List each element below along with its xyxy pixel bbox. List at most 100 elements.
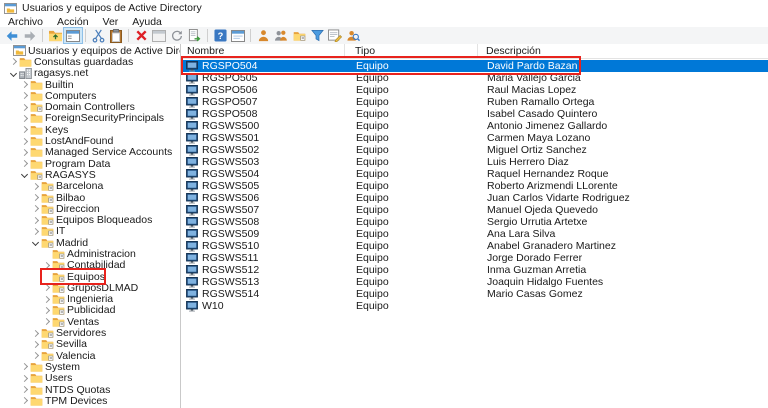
tree-item-valencia[interactable]: Valencia xyxy=(0,350,180,361)
menu-accion[interactable]: Acción xyxy=(50,16,96,28)
chevron-right-icon[interactable] xyxy=(43,307,50,314)
menu-ayuda[interactable]: Ayuda xyxy=(125,16,169,28)
table-row[interactable]: RGSWS501EquipoCarmen Maya Lozano xyxy=(183,132,768,144)
cut-button[interactable] xyxy=(89,28,107,43)
tree-item-barcelona[interactable]: Barcelona xyxy=(0,181,180,192)
tree-item-keys[interactable]: Keys xyxy=(0,124,180,135)
chevron-right-icon[interactable] xyxy=(43,284,50,291)
tree-item-publicidad[interactable]: Publicidad xyxy=(0,305,180,316)
chevron-right-icon[interactable] xyxy=(32,341,39,348)
table-row[interactable]: RGSWS512EquipoInma Guzman Arretia xyxy=(183,264,768,276)
chevron-right-icon[interactable] xyxy=(21,104,28,111)
tree-item-administracion[interactable]: Administracion xyxy=(0,248,180,259)
chevron-right-icon[interactable] xyxy=(32,217,39,224)
tree-item-ragasys-net[interactable]: ragasys.net xyxy=(0,68,180,79)
tree-item-foreignsecurityprincipals[interactable]: ForeignSecurityPrincipals xyxy=(0,113,180,124)
table-row[interactable]: RGSPO505EquipoMaria Vallejo Garcia xyxy=(183,72,768,84)
filter-button[interactable] xyxy=(308,28,326,43)
tree-item-sevilla[interactable]: Sevilla xyxy=(0,339,180,350)
table-row[interactable]: RGSWS510EquipoAnabel Granadero Martinez xyxy=(183,240,768,252)
paste-button[interactable] xyxy=(107,28,125,43)
tree-item-equipos[interactable]: Equipos xyxy=(0,271,180,282)
table-row[interactable]: RGSWS503EquipoLuis Herrero Diaz xyxy=(183,156,768,168)
chevron-right-icon[interactable] xyxy=(32,183,39,190)
tree-item-servidores[interactable]: Servidores xyxy=(0,327,180,338)
console-window-button[interactable] xyxy=(229,28,247,43)
new-ou-button[interactable] xyxy=(290,28,308,43)
new-group-button[interactable] xyxy=(272,28,290,43)
export-list-button[interactable] xyxy=(186,28,204,43)
chevron-right-icon[interactable] xyxy=(21,81,28,88)
tree-item-bilbao[interactable]: Bilbao xyxy=(0,192,180,203)
menu-ver[interactable]: Ver xyxy=(96,16,126,28)
column-header-descripcion[interactable]: Descripción xyxy=(478,44,768,58)
chevron-right-icon[interactable] xyxy=(32,352,39,359)
table-row[interactable]: RGSWS509EquipoAna Lara Silva xyxy=(183,228,768,240)
tree-item-ntds-quotas[interactable]: NTDS Quotas xyxy=(0,384,180,395)
tree-item-usuarios-y-equipos-de-active-directory-dc01rg[interactable]: Usuarios y equipos de Active Directory [… xyxy=(0,45,180,56)
chevron-right-icon[interactable] xyxy=(21,149,28,156)
chevron-down-icon[interactable] xyxy=(21,171,28,178)
tree-item-contabilidad[interactable]: Contabilidad xyxy=(0,260,180,271)
chevron-right-icon[interactable] xyxy=(21,160,28,167)
table-row[interactable]: RGSWS513EquipoJoaquin Hidalgo Fuentes xyxy=(183,276,768,288)
chevron-right-icon[interactable] xyxy=(21,115,28,122)
back-button[interactable] xyxy=(3,28,21,43)
tree-item-ventas[interactable]: Ventas xyxy=(0,316,180,327)
chevron-right-icon[interactable] xyxy=(32,194,39,201)
chevron-right-icon[interactable] xyxy=(21,92,28,99)
chevron-right-icon[interactable] xyxy=(21,363,28,370)
chevron-right-icon[interactable] xyxy=(43,296,50,303)
chevron-right-icon[interactable] xyxy=(32,205,39,212)
table-row[interactable]: RGSPO507EquipoRuben Ramallo Ortega xyxy=(183,96,768,108)
tree-item-builtin[interactable]: Builtin xyxy=(0,79,180,90)
chevron-right-icon[interactable] xyxy=(21,126,28,133)
tree-item-domain-controllers[interactable]: Domain Controllers xyxy=(0,101,180,112)
new-user-button[interactable] xyxy=(254,28,272,43)
tree-item-lostandfound[interactable]: LostAndFound xyxy=(0,135,180,146)
column-header-tipo[interactable]: Tipo xyxy=(345,44,478,58)
table-row[interactable]: RGSWS502EquipoMiguel Ortiz Sanchez xyxy=(183,144,768,156)
help-button[interactable]: ? xyxy=(211,28,229,43)
column-header-nombre[interactable]: Nombre xyxy=(183,44,345,58)
table-row[interactable]: RGSWS507EquipoManuel Ojeda Quevedo xyxy=(183,204,768,216)
chevron-right-icon[interactable] xyxy=(21,137,28,144)
table-row[interactable]: RGSPO508EquipoIsabel Casado Quintero xyxy=(183,108,768,120)
tree-item-program-data[interactable]: Program Data xyxy=(0,158,180,169)
find-button[interactable] xyxy=(344,28,362,43)
forward-button[interactable] xyxy=(21,28,39,43)
delete-button[interactable] xyxy=(132,28,150,43)
tree-item-it[interactable]: IT xyxy=(0,226,180,237)
table-row[interactable]: RGSWS514EquipoMario Casas Gomez xyxy=(183,288,768,300)
table-row[interactable]: W10Equipo xyxy=(183,300,768,312)
chevron-right-icon[interactable] xyxy=(32,228,39,235)
tree-item-users[interactable]: Users xyxy=(0,373,180,384)
tree-item-ragasys[interactable]: RAGASYS xyxy=(0,169,180,180)
table-row[interactable]: RGSPO504EquipoDavid Pardo Bazan xyxy=(183,60,768,72)
tree-item-direccion[interactable]: Direccion xyxy=(0,203,180,214)
tree-item-madrid[interactable]: Madrid xyxy=(0,237,180,248)
tree-item-consultas-guardadas[interactable]: Consultas guardadas xyxy=(0,56,180,67)
tree-item-managed-service-accounts[interactable]: Managed Service Accounts xyxy=(0,147,180,158)
chevron-right-icon[interactable] xyxy=(32,330,39,337)
up-one-level-button[interactable] xyxy=(46,28,64,43)
tree-item-equipos-bloqueados[interactable]: Equipos Bloqueados xyxy=(0,214,180,225)
table-row[interactable]: RGSWS505EquipoRoberto Arizmendi LLorente xyxy=(183,180,768,192)
chevron-right-icon[interactable] xyxy=(21,375,28,382)
properties-button[interactable] xyxy=(150,28,168,43)
chevron-right-icon[interactable] xyxy=(43,262,50,269)
chevron-right-icon[interactable] xyxy=(21,386,28,393)
table-row[interactable]: RGSWS508EquipoSergio Urrutia Artetxe xyxy=(183,216,768,228)
show-hide-console-tree-button[interactable] xyxy=(64,28,82,43)
tree-item-gruposdlmad[interactable]: GruposDLMAD xyxy=(0,282,180,293)
tree-item-computers[interactable]: Computers xyxy=(0,90,180,101)
chevron-right-icon[interactable] xyxy=(43,318,50,325)
menu-archivo[interactable]: Archivo xyxy=(1,16,50,28)
advanced-properties-button[interactable] xyxy=(326,28,344,43)
table-row[interactable]: RGSWS504EquipoRaquel Hernandez Roque xyxy=(183,168,768,180)
table-row[interactable]: RGSPO506EquipoRaul Macias Lopez xyxy=(183,84,768,96)
tree-item-system[interactable]: System xyxy=(0,361,180,372)
chevron-down-icon[interactable] xyxy=(10,70,17,77)
refresh-button[interactable] xyxy=(168,28,186,43)
tree-item-tpm-devices[interactable]: TPM Devices xyxy=(0,395,180,406)
